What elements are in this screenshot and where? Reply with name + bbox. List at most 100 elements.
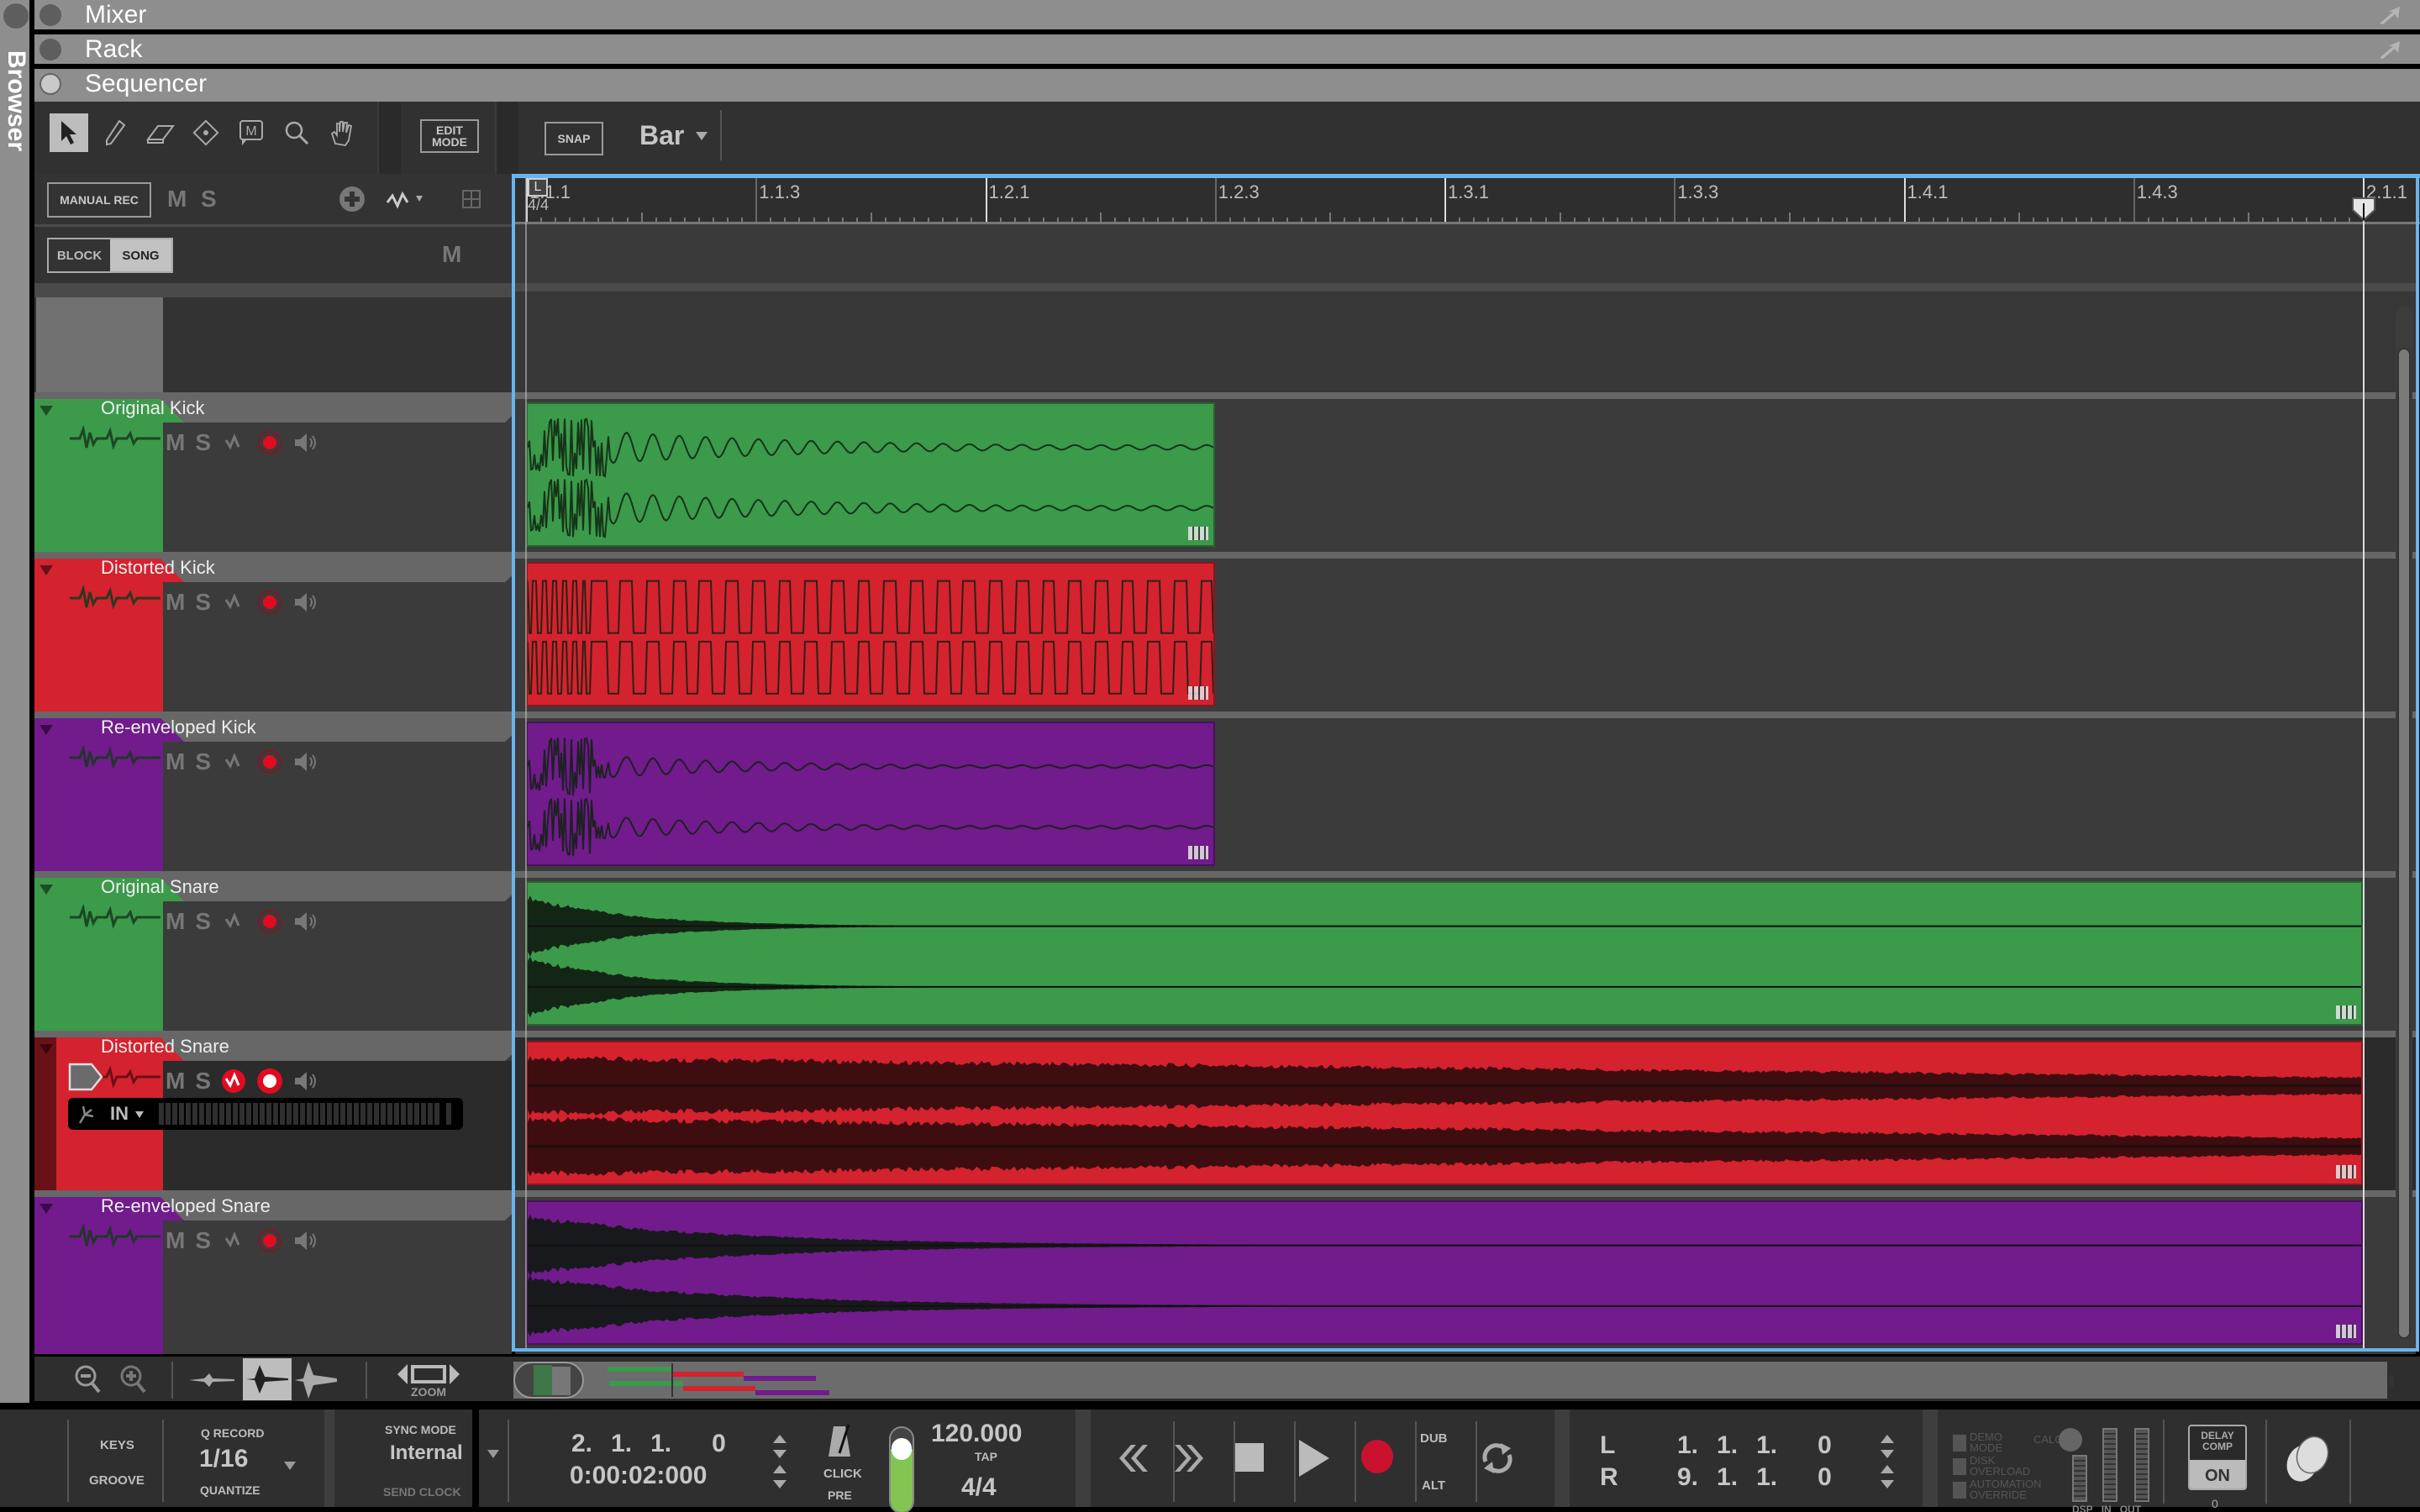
- track-collapse-toggle[interactable]: [39, 725, 53, 735]
- track-color-strip[interactable]: [34, 399, 163, 557]
- record-enable-icon[interactable]: [256, 1227, 283, 1254]
- snap-value-dropdown[interactable]: Bar: [639, 120, 708, 151]
- track-header[interactable]: Re-enveloped Kick M S: [34, 717, 530, 876]
- track-collapse-toggle[interactable]: [39, 406, 53, 416]
- time-stepper-icon[interactable]: [773, 1465, 786, 1490]
- panel-toggle-sequencer[interactable]: [39, 73, 61, 95]
- magnify-tool-button[interactable]: [277, 113, 316, 152]
- input-select-dropdown[interactable]: IN: [110, 1103, 129, 1125]
- rewind-icon[interactable]: [1114, 1441, 1148, 1475]
- piano-keys-icon[interactable]: [2336, 1165, 2356, 1179]
- track-mute-button[interactable]: M: [166, 429, 185, 456]
- add-track-icon[interactable]: [339, 186, 366, 213]
- end-marker-handle[interactable]: [2351, 197, 2376, 222]
- track-header[interactable]: Distorted Kick M S: [34, 557, 530, 717]
- speaker-icon[interactable]: [293, 750, 318, 774]
- tap-button[interactable]: TAP: [975, 1450, 997, 1463]
- track-color-strip[interactable]: [34, 878, 163, 1036]
- record-enable-icon[interactable]: [256, 429, 283, 456]
- panel-header-mixer[interactable]: Mixer: [34, 0, 2420, 32]
- track-header[interactable]: Original Snare M S: [34, 876, 530, 1036]
- left-locator-marker[interactable]: L: [528, 178, 548, 197]
- click-level-slider[interactable]: [889, 1426, 914, 1512]
- pencil-tool-button[interactable]: [96, 113, 134, 152]
- track-lane[interactable]: [515, 1197, 2416, 1355]
- speaker-icon[interactable]: [293, 1229, 318, 1252]
- master-solo-button[interactable]: S: [201, 186, 217, 213]
- click-button[interactable]: CLICK: [823, 1467, 862, 1481]
- quantize-value[interactable]: 1/16: [199, 1445, 248, 1473]
- vertical-scrollbar[interactable]: [2396, 306, 2412, 1347]
- send-clock-button[interactable]: SEND CLOCK: [383, 1485, 461, 1499]
- track-name[interactable]: Original Kick: [101, 397, 204, 419]
- panel-toggle-rack[interactable]: [39, 39, 61, 60]
- track-color-strip[interactable]: [34, 559, 163, 717]
- track-solo-button[interactable]: S: [195, 748, 211, 775]
- edit-mode-button[interactable]: EDIT MODE: [420, 119, 479, 153]
- track-header[interactable]: Distorted Snare M S IN: [34, 1036, 530, 1195]
- master-mute-button[interactable]: M: [167, 186, 187, 213]
- fast-forward-icon[interactable]: [1175, 1441, 1208, 1475]
- audio-clip[interactable]: [526, 722, 1215, 866]
- track-lane[interactable]: [515, 718, 2416, 876]
- pre-button[interactable]: PRE: [828, 1488, 852, 1502]
- waveform-large-icon[interactable]: [295, 1360, 342, 1400]
- tempo-value[interactable]: 120.000: [931, 1420, 1022, 1448]
- monitor-icon[interactable]: [221, 1068, 246, 1094]
- track-color-strip[interactable]: [34, 1197, 163, 1355]
- groove-button[interactable]: GROOVE: [89, 1473, 145, 1488]
- browser-toggle[interactable]: [3, 3, 29, 29]
- dub-button[interactable]: DUB: [1420, 1431, 1448, 1446]
- panel-header-rack[interactable]: Rack: [34, 34, 2420, 66]
- speaker-icon[interactable]: [293, 591, 318, 614]
- audio-clip[interactable]: [526, 562, 1215, 706]
- alt-button[interactable]: ALT: [1422, 1478, 1445, 1493]
- track-solo-button[interactable]: S: [195, 1068, 211, 1095]
- track-name[interactable]: Distorted Snare: [101, 1036, 229, 1058]
- piano-keys-icon[interactable]: [1188, 846, 1208, 859]
- position-stepper-icon[interactable]: [773, 1435, 786, 1460]
- record-button[interactable]: [1361, 1440, 1393, 1473]
- track-name[interactable]: Distorted Kick: [101, 557, 215, 579]
- hand-tool-button[interactable]: [323, 113, 361, 152]
- track-name-bar[interactable]: [160, 399, 530, 423]
- panel-header-sequencer[interactable]: Sequencer: [34, 69, 2420, 102]
- waveform-medium-button[interactable]: [243, 1358, 292, 1400]
- chevron-down-icon[interactable]: [487, 1450, 499, 1458]
- left-locator-stepper-icon[interactable]: [1881, 1435, 1894, 1460]
- record-enable-icon[interactable]: [256, 748, 283, 775]
- track-header[interactable]: Original Kick M S: [34, 397, 530, 557]
- browser-tab[interactable]: Browser: [0, 0, 32, 1403]
- track-name[interactable]: Original Snare: [101, 876, 219, 898]
- track-lane[interactable]: [515, 1037, 2416, 1195]
- track-collapse-toggle[interactable]: [39, 1044, 53, 1054]
- track-name-bar[interactable]: [160, 559, 530, 582]
- block-mode-button[interactable]: BLOCK: [49, 239, 110, 271]
- left-locator-value[interactable]: 1. 1. 1. 0: [1677, 1431, 1832, 1460]
- track-solo-button[interactable]: S: [195, 589, 211, 616]
- piano-keys-icon[interactable]: [2336, 1005, 2356, 1019]
- audio-clip[interactable]: [526, 1200, 2363, 1345]
- track-mute-button[interactable]: M: [166, 908, 185, 935]
- record-enable-icon[interactable]: [256, 1068, 283, 1095]
- track-mute-button[interactable]: M: [166, 748, 185, 775]
- panel-toggle-mixer[interactable]: [39, 4, 61, 26]
- record-enable-icon[interactable]: [256, 589, 283, 616]
- grid-icon[interactable]: [461, 189, 481, 209]
- audio-clip[interactable]: [526, 402, 1215, 547]
- monitor-icon[interactable]: [221, 909, 246, 934]
- song-position-bars[interactable]: 2. 1. 1. 0: [571, 1430, 726, 1458]
- signature-value[interactable]: 4/4: [961, 1473, 997, 1502]
- block-song-toggle[interactable]: BLOCK SONG: [47, 238, 173, 273]
- piano-keys-icon[interactable]: [1188, 527, 1208, 540]
- manual-rec-button[interactable]: MANUAL REC: [47, 182, 151, 218]
- razor-tool-button[interactable]: [187, 113, 225, 152]
- stop-button[interactable]: [1235, 1443, 1264, 1472]
- chevron-down-icon[interactable]: [284, 1462, 296, 1470]
- detach-arrow-icon[interactable]: [2378, 5, 2403, 25]
- track-mute-button[interactable]: M: [166, 589, 185, 616]
- click-level-knob[interactable]: [892, 1438, 912, 1460]
- piano-keys-icon[interactable]: [1188, 686, 1208, 700]
- delay-comp-button[interactable]: DELAY COMP ON: [2188, 1425, 2247, 1490]
- zoom-fit-icon[interactable]: [397, 1362, 460, 1387]
